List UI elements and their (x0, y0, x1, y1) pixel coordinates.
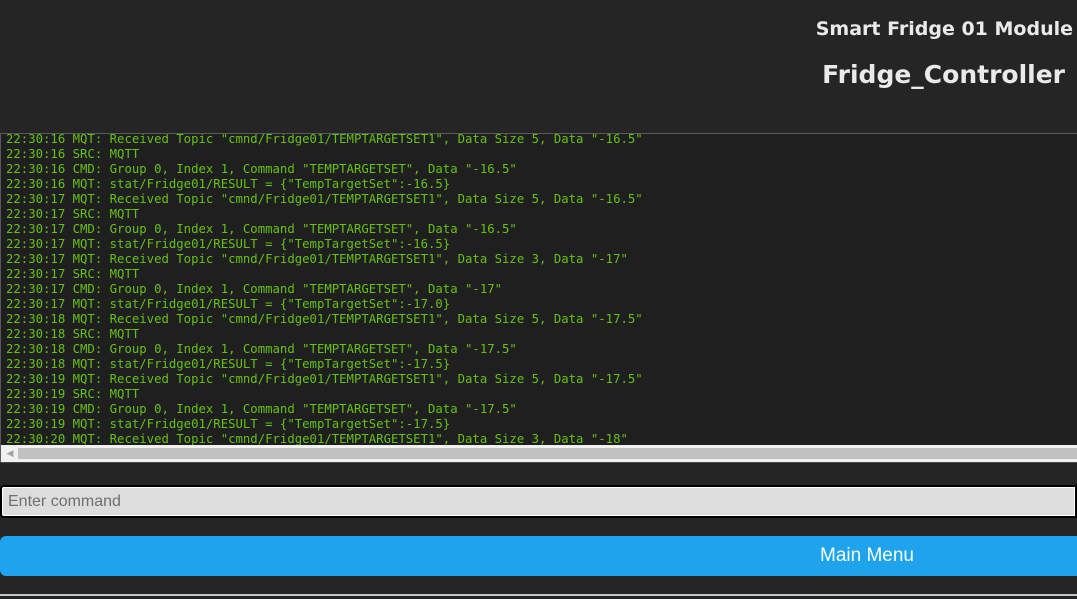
log-line: 22:30:19 SRC: MQTT (6, 387, 140, 401)
log-line: 22:30:18 SRC: MQTT (6, 327, 140, 341)
log-line: 22:30:17 SRC: MQTT (6, 267, 140, 281)
log-line: 22:30:16 CMD: Group 0, Index 1, Command … (6, 162, 517, 176)
log-line: 22:30:17 MQT: stat/Fridge01/RESULT = {"T… (6, 237, 451, 251)
log-line: 22:30:20 MQT: Received Topic "cmnd/Fridg… (6, 432, 628, 445)
page-header: Smart Fridge 01 Module Fridge_Controller (0, 0, 1077, 133)
log-line: 22:30:18 MQT: Received Topic "cmnd/Fridg… (6, 312, 643, 326)
log-line: 22:30:16 MQT: Received Topic "cmnd/Fridg… (6, 133, 643, 146)
command-input[interactable] (0, 485, 1077, 518)
log-line: 22:30:18 CMD: Group 0, Index 1, Command … (6, 342, 517, 356)
device-name: Fridge_Controller (822, 60, 1065, 89)
log-line: 22:30:17 MQT: Received Topic "cmnd/Fridg… (6, 192, 643, 206)
main-menu-button[interactable]: Main Menu (0, 536, 1077, 576)
log-line: 22:30:16 MQT: stat/Fridge01/RESULT = {"T… (6, 177, 451, 191)
divider (0, 462, 1077, 463)
console-log-lines: 22:30:16 MQT: Received Topic "cmnd/Fridg… (1, 133, 643, 445)
log-line: 22:30:17 MQT: Received Topic "cmnd/Fridg… (6, 252, 628, 266)
log-line: 22:30:19 MQT: Received Topic "cmnd/Fridg… (6, 372, 643, 386)
log-line: 22:30:16 SRC: MQTT (6, 147, 140, 161)
divider (0, 594, 1077, 596)
scroll-left-arrow-icon[interactable]: ◀ (3, 445, 17, 462)
horizontal-scrollbar[interactable]: ◀ (0, 445, 1077, 462)
log-line: 22:30:17 MQT: stat/Fridge01/RESULT = {"T… (6, 297, 451, 311)
log-line: 22:30:19 CMD: Group 0, Index 1, Command … (6, 402, 517, 416)
console-log[interactable]: 22:30:16 MQT: Received Topic "cmnd/Fridg… (0, 133, 1077, 445)
log-line: 22:30:17 CMD: Group 0, Index 1, Command … (6, 282, 503, 296)
module-name: Smart Fridge 01 Module (815, 18, 1073, 40)
log-line: 22:30:19 MQT: stat/Fridge01/RESULT = {"T… (6, 417, 451, 431)
log-line: 22:30:17 SRC: MQTT (6, 207, 140, 221)
log-line: 22:30:18 MQT: stat/Fridge01/RESULT = {"T… (6, 357, 451, 371)
scrollbar-thumb[interactable] (18, 448, 1077, 459)
log-line: 22:30:17 CMD: Group 0, Index 1, Command … (6, 222, 517, 236)
